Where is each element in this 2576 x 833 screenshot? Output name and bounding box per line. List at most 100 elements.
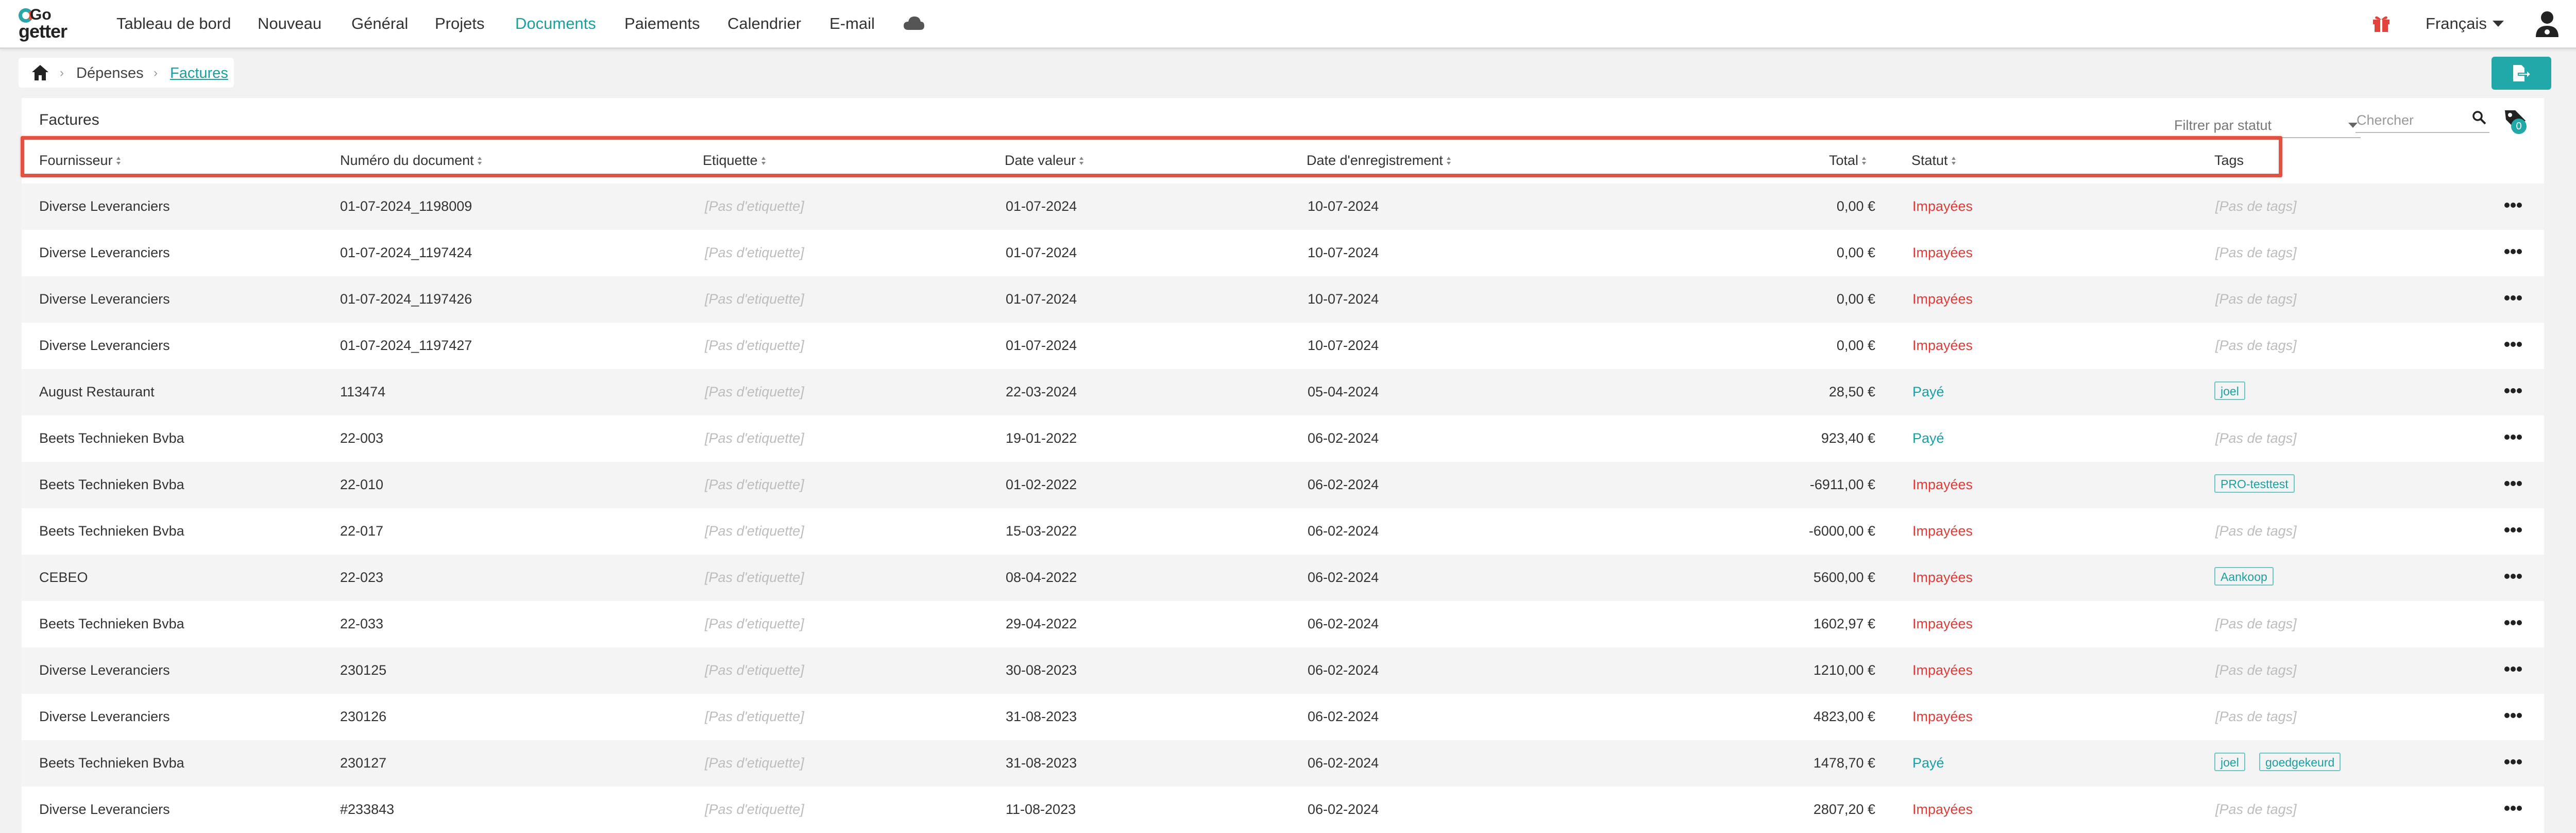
tag-chip[interactable]: joel xyxy=(2214,381,2245,400)
more-options-icon[interactable] xyxy=(2504,805,2522,811)
cell-date-registered: 06-02-2024 xyxy=(1308,802,1379,817)
nav-calendrier[interactable]: Calendrier xyxy=(727,14,801,33)
user-icon[interactable] xyxy=(2534,9,2561,38)
gift-icon[interactable] xyxy=(2372,13,2391,33)
more-options-icon[interactable] xyxy=(2504,712,2522,719)
table-row[interactable]: Diverse Leveranciers 01-07-2024_1197424 [P… xyxy=(22,230,2544,276)
column-header-fournisseur[interactable]: Fournisseur xyxy=(39,153,121,169)
cell-label: [Pas d'etiquette] xyxy=(705,709,804,724)
more-options-icon[interactable] xyxy=(2504,573,2522,579)
cell-date-value: 01-07-2024 xyxy=(1006,198,1077,214)
cell-tags-empty: [Pas de tags] xyxy=(2215,198,2297,214)
cell-total: 0,00 € xyxy=(1836,245,1875,260)
nav-nouveau[interactable]: Nouveau xyxy=(258,14,321,33)
sort-icon[interactable] xyxy=(1951,156,1956,166)
cell-document-number: 230127 xyxy=(340,755,387,771)
cell-label: [Pas d'etiquette] xyxy=(705,662,804,678)
sort-icon[interactable] xyxy=(1861,156,1867,166)
cell-document-number: 22-017 xyxy=(340,523,384,539)
table-row[interactable]: Beets Technieken Bvba 22-033 [Pas d'etique… xyxy=(22,601,2544,647)
status-filter-select[interactable]: Filtrer par statut xyxy=(2174,114,2361,138)
sort-icon[interactable] xyxy=(116,156,121,166)
chevron-down-icon[interactable] xyxy=(2493,21,2504,27)
cell-total: 1210,00 € xyxy=(1813,662,1875,678)
cell-date-value: 01-02-2022 xyxy=(1006,477,1077,492)
sort-icon[interactable] xyxy=(477,156,482,166)
sort-icon[interactable] xyxy=(1446,156,1451,166)
nav-tableau-de-bord[interactable]: Tableau de bord xyxy=(116,14,231,33)
column-header-etiquette[interactable]: Etiquette xyxy=(703,153,766,169)
tag-chip[interactable]: goedgekeurd xyxy=(2259,753,2341,771)
table-row[interactable]: Diverse Leveranciers #233843 [Pas d'etique… xyxy=(22,787,2544,833)
cell-label: [Pas d'etiquette] xyxy=(705,755,804,771)
cell-supplier: Diverse Leveranciers xyxy=(39,662,170,678)
cell-date-value: 22-03-2024 xyxy=(1006,384,1077,399)
cell-total: 0,00 € xyxy=(1836,338,1875,353)
sort-icon[interactable] xyxy=(1079,156,1084,166)
cell-status: Impayées xyxy=(1912,662,1973,678)
cloud-icon[interactable] xyxy=(903,14,925,31)
tag-chip[interactable]: joel xyxy=(2214,753,2245,771)
cell-date-value: 31-08-2023 xyxy=(1006,755,1077,771)
cell-label: [Pas d'etiquette] xyxy=(705,616,804,631)
column-header-date-enregistrement[interactable]: Date d'enregistrement xyxy=(1307,153,1451,169)
cell-tags-empty: [Pas de tags] xyxy=(2215,802,2297,817)
cell-date-value: 15-03-2022 xyxy=(1006,523,1077,539)
table-row[interactable]: CEBEO 22-023 [Pas d'etiquette] 08-04-2022 06… xyxy=(22,555,2544,601)
cell-status: Impayées xyxy=(1912,570,1973,585)
tag-chip[interactable]: Aankoop xyxy=(2214,567,2274,586)
table-row[interactable]: Diverse Leveranciers 01-07-2024_1197427 [P… xyxy=(22,323,2544,369)
more-options-icon[interactable] xyxy=(2504,341,2522,347)
cell-date-value: 31-08-2023 xyxy=(1006,709,1077,724)
table-row[interactable]: Beets Technieken Bvba 230127 [Pas d'etique… xyxy=(22,740,2544,787)
more-options-icon[interactable] xyxy=(2504,295,2522,301)
table-row[interactable]: Beets Technieken Bvba 22-010 [Pas d'etique… xyxy=(22,462,2544,508)
nav-email[interactable]: E-mail xyxy=(829,14,875,33)
more-options-icon[interactable] xyxy=(2504,202,2522,208)
column-header-label: Fournisseur xyxy=(39,153,113,168)
cell-date-registered: 06-02-2024 xyxy=(1308,755,1379,771)
more-options-icon[interactable] xyxy=(2504,759,2522,765)
table-row[interactable]: Diverse Leveranciers 230126 [Pas d'etiquet… xyxy=(22,694,2544,740)
column-header-tags[interactable]: Tags xyxy=(2214,153,2244,169)
column-header-date-valeur[interactable]: Date valeur xyxy=(1005,153,1084,169)
breadcrumb-factures[interactable]: Factures xyxy=(170,65,228,82)
nav-documents[interactable]: Documents xyxy=(515,14,596,33)
search-input[interactable] xyxy=(2355,110,2461,130)
column-header-numero-document[interactable]: Numéro du document xyxy=(340,153,482,169)
home-icon[interactable] xyxy=(31,64,49,81)
cell-date-registered: 06-02-2024 xyxy=(1308,570,1379,585)
sort-icon[interactable] xyxy=(761,156,766,166)
column-header-total[interactable]: Total xyxy=(1829,153,1867,169)
more-options-icon[interactable] xyxy=(2504,666,2522,672)
nav-paiements[interactable]: Paiements xyxy=(624,14,700,33)
cell-label: [Pas d'etiquette] xyxy=(705,430,804,446)
table-row[interactable]: Diverse Leveranciers 01-07-2024_1198009 [P… xyxy=(22,184,2544,230)
breadcrumb-depenses[interactable]: Dépenses xyxy=(76,65,144,82)
cell-tags-empty: [Pas de tags] xyxy=(2215,709,2297,724)
more-options-icon[interactable] xyxy=(2504,388,2522,394)
table-row[interactable]: Beets Technieken Bvba 22-003 [Pas d'etique… xyxy=(22,415,2544,462)
search-icon[interactable] xyxy=(2472,110,2486,125)
table-row[interactable]: Diverse Leveranciers 01-07-2024_1197426 [P… xyxy=(22,276,2544,323)
cell-supplier: Diverse Leveranciers xyxy=(39,709,170,724)
gogetter-logo[interactable]: Go getter xyxy=(19,6,91,42)
more-options-icon[interactable] xyxy=(2504,527,2522,533)
more-options-icon[interactable] xyxy=(2504,480,2522,487)
more-options-icon[interactable] xyxy=(2504,434,2522,440)
language-selector[interactable]: Français xyxy=(2426,14,2487,33)
nav-general[interactable]: Général xyxy=(351,14,408,33)
cell-date-value: 01-07-2024 xyxy=(1006,338,1077,353)
table-row[interactable]: Diverse Leveranciers 230125 [Pas d'etiquet… xyxy=(22,647,2544,694)
more-options-icon[interactable] xyxy=(2504,248,2522,255)
table-row[interactable]: Beets Technieken Bvba 22-017 [Pas d'etique… xyxy=(22,508,2544,555)
nav-projets[interactable]: Projets xyxy=(435,14,484,33)
table-row[interactable]: August Restaurant 113474 [Pas d'etiquette]… xyxy=(22,369,2544,415)
column-header-statut[interactable]: Statut xyxy=(1911,153,1956,169)
more-options-icon[interactable] xyxy=(2504,620,2522,626)
cell-status: Impayées xyxy=(1912,477,1973,492)
export-button[interactable] xyxy=(2492,57,2551,90)
tag-chip[interactable]: PRO-testtest xyxy=(2214,474,2295,493)
cell-date-registered: 06-02-2024 xyxy=(1308,662,1379,678)
cell-status: Impayées xyxy=(1912,291,1973,307)
